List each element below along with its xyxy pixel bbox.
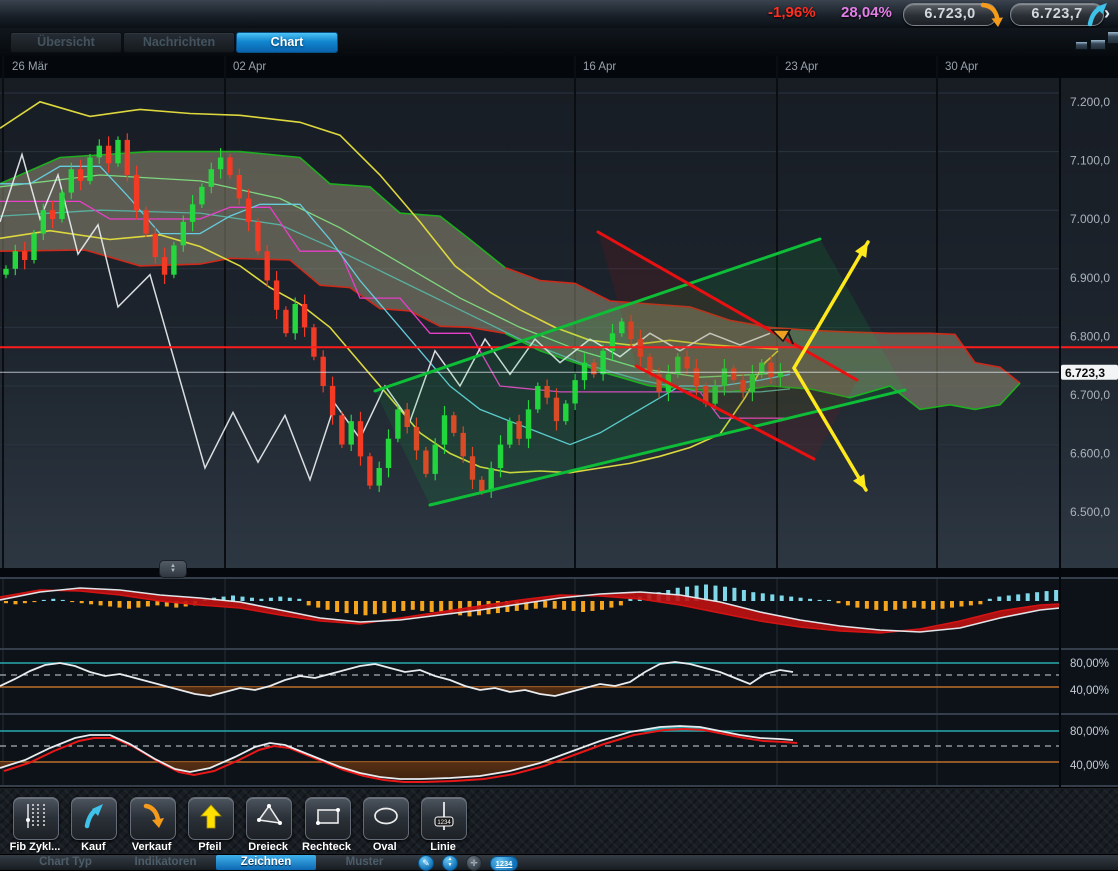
price-axis-label: 6.800,0: [1070, 329, 1110, 343]
collapse-down-icon: ▼: [170, 568, 176, 574]
date-axis-label: 02 Apr: [233, 61, 266, 73]
drawing-toolbar: Fib Zykl... Kauf Verkauf Pfeil Dreieck R…: [0, 787, 1118, 855]
sell-swoosh-down-icon: [980, 2, 1003, 27]
tool-label: Oval: [372, 841, 397, 853]
line-icon: 1234: [430, 801, 458, 836]
tool-oval-button[interactable]: [362, 797, 409, 840]
tool-buy-arrow-button[interactable]: [71, 797, 118, 840]
tool-label: Dreieck: [248, 841, 289, 853]
tool-sell-arrow-button[interactable]: [129, 797, 176, 840]
tab-uebersicht[interactable]: Übersicht: [10, 32, 122, 53]
tool-line-button[interactable]: 1234: [421, 797, 468, 840]
tool-label: Verkauf: [131, 841, 172, 853]
sell-price-button[interactable]: 6.723,0: [903, 2, 1003, 27]
panel-collapse-button[interactable]: ▲ ▼: [159, 560, 187, 578]
secondary-percent: 28,04%: [841, 4, 892, 21]
tool-arrow-up-button[interactable]: [187, 797, 234, 840]
tool-label: Kauf: [81, 841, 106, 853]
trading-app-window: -1,96% 28,04% 6.723,0 6.723,7 › Übersich…: [0, 0, 1118, 871]
buy-price-button[interactable]: 6.723,7: [1010, 3, 1107, 27]
tab-muster[interactable]: Muster: [322, 855, 407, 870]
top-price-bar: -1,96% 28,04% 6.723,0 6.723,7 ›: [0, 0, 1118, 29]
restore-window-icon[interactable]: [1107, 31, 1118, 44]
price-axis-label: 6.900,0: [1070, 271, 1110, 285]
tool-label: Pfeil: [198, 841, 222, 853]
price-chart-canvas[interactable]: 7.200,0 7.100,0 7.000,0 6.900,0 6.800,0 6.700…: [0, 56, 1118, 787]
bottom-tab-bar: Chart Typ Indikatoren Zeichnen Muster ✎ …: [0, 854, 1118, 871]
osc2-40-label: 40,00%: [1070, 760, 1109, 772]
price-axis-label: 6.600,0: [1070, 447, 1110, 461]
sell-price: 6.723,0: [924, 6, 976, 22]
minimize-window-icon[interactable]: [1075, 41, 1088, 50]
tool-label: Linie: [430, 841, 456, 853]
price-axis-label: 6.500,0: [1070, 505, 1110, 519]
oval-icon: [371, 802, 401, 835]
tab-zeichnen[interactable]: Zeichnen: [216, 855, 316, 870]
osc1-80-label: 80,00%: [1070, 658, 1109, 670]
date-axis-label: 30 Apr: [945, 61, 978, 73]
price-axis-label: 7.200,0: [1070, 95, 1110, 109]
tool-rectangle-button[interactable]: [304, 797, 351, 840]
tab-indikatoren[interactable]: Indikatoren: [118, 855, 213, 870]
view-tab-row: Übersicht Nachrichten Chart: [0, 28, 1118, 56]
tool-fib-cycles-button[interactable]: [13, 797, 59, 840]
tab-nachrichten[interactable]: Nachrichten: [123, 32, 235, 53]
tool-label: Fib Zykl...: [9, 841, 61, 853]
tab-chart[interactable]: Chart: [236, 32, 338, 53]
date-axis-label: 16 Apr: [583, 61, 616, 73]
svg-text:1234: 1234: [437, 820, 451, 826]
more-chevron-icon[interactable]: ›: [1104, 3, 1110, 24]
tool-label: Rechteck: [302, 841, 351, 853]
tool-triangle-button[interactable]: [246, 797, 293, 840]
tab-chart-typ[interactable]: Chart Typ: [18, 855, 113, 870]
buy-price: 6.723,7: [1031, 6, 1083, 22]
arrow-up-icon: [198, 802, 224, 835]
buy-arrow-icon: [81, 802, 107, 835]
maximize-window-icon[interactable]: [1090, 39, 1106, 50]
change-percent: -1,96%: [768, 4, 816, 21]
triangle-icon: [255, 802, 283, 835]
osc2-80-label: 80,00%: [1070, 726, 1109, 738]
osc1-40-label: 40,00%: [1070, 685, 1109, 697]
price-axis-label: 7.100,0: [1070, 154, 1110, 168]
date-axis-label: 23 Apr: [785, 61, 818, 73]
date-axis-label: 26 Mär: [12, 61, 48, 73]
current-price-tag-text: 6.723,3: [1065, 366, 1105, 380]
price-axis-label: 7.000,0: [1070, 212, 1110, 226]
rectangle-icon: [313, 802, 343, 835]
fib-cycles-icon: [23, 802, 49, 835]
price-axis-label: 6.700,0: [1070, 388, 1110, 402]
sell-arrow-icon: [140, 802, 166, 835]
